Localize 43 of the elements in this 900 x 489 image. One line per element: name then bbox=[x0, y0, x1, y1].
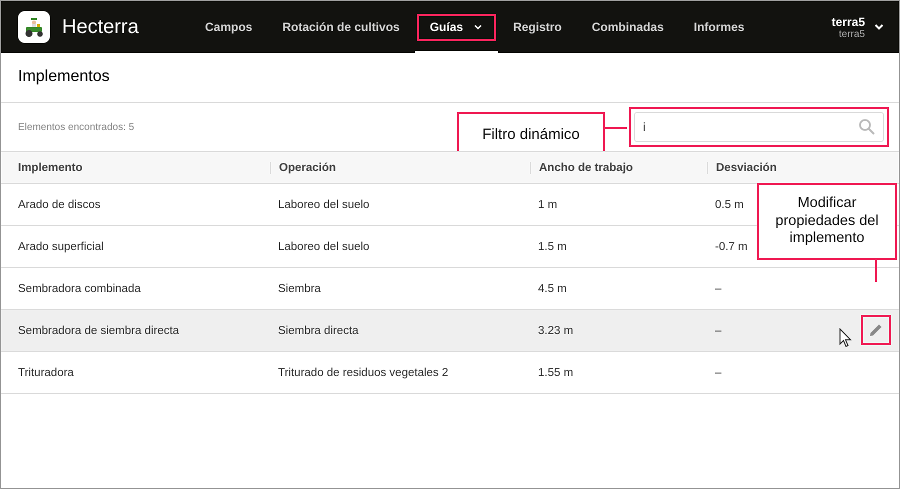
table-cell: Arado superficial bbox=[18, 240, 104, 252]
column-header: Implemento bbox=[17, 162, 84, 174]
table-cell: -0.7 m bbox=[715, 240, 748, 252]
table-cell: Triturado de residuos vegetales 2 bbox=[278, 366, 448, 378]
nav-tab[interactable]: Registro bbox=[498, 1, 577, 53]
table-cell: Sembradora de siembra directa bbox=[18, 324, 180, 336]
pencil-icon bbox=[868, 322, 884, 338]
mouse-cursor-icon bbox=[839, 328, 853, 348]
app-name: Hecterra bbox=[62, 16, 140, 38]
table-cell: 3.23 m bbox=[538, 324, 574, 336]
column-header: Ancho de trabajo bbox=[530, 162, 715, 174]
chevron-down-icon bbox=[473, 22, 484, 32]
nav-tab[interactable]: Informes bbox=[678, 1, 760, 53]
table-cell: Laboreo del suelo bbox=[278, 240, 370, 252]
column-header: Desviación bbox=[707, 162, 899, 174]
table-cell: 1 m bbox=[538, 198, 558, 210]
table-cell: – bbox=[715, 366, 722, 378]
nav-tab[interactable]: Rotación de cultivos bbox=[267, 1, 415, 53]
leader-line bbox=[605, 127, 627, 129]
leader-line bbox=[875, 260, 877, 282]
nav-tab[interactable]: Campos bbox=[190, 1, 268, 53]
table-cell: Laboreo del suelo bbox=[278, 198, 370, 210]
nav-tab[interactable]: Combinadas bbox=[576, 1, 679, 53]
table-cell: 4.5 m bbox=[538, 282, 567, 294]
tractor-logo-icon bbox=[18, 11, 50, 43]
table-cell: Arado de discos bbox=[18, 198, 100, 210]
table-cell: Sembradora combinada bbox=[18, 282, 141, 294]
page-title: Implementos bbox=[1, 53, 899, 103]
table-cell: Siembra bbox=[278, 282, 321, 294]
user-menu[interactable]: terra5 terra5 bbox=[832, 14, 885, 40]
table-cell: 0.5 m bbox=[715, 198, 744, 210]
table-cell: Siembra directa bbox=[278, 324, 359, 336]
edit-button[interactable] bbox=[861, 315, 891, 345]
table-cell: – bbox=[715, 324, 722, 336]
table-cell: Trituradora bbox=[18, 366, 74, 378]
table-cell: 1.55 m bbox=[538, 366, 574, 378]
table-cell: 1.5 m bbox=[538, 240, 567, 252]
callout-label: Modificar propiedades del implemento bbox=[757, 183, 897, 260]
search-field[interactable]: i bbox=[634, 112, 884, 142]
result-count: Elementos encontrados: 5 bbox=[18, 122, 134, 132]
table-cell: – bbox=[715, 282, 722, 294]
column-header: Operación bbox=[270, 162, 538, 174]
search-icon bbox=[858, 118, 876, 136]
